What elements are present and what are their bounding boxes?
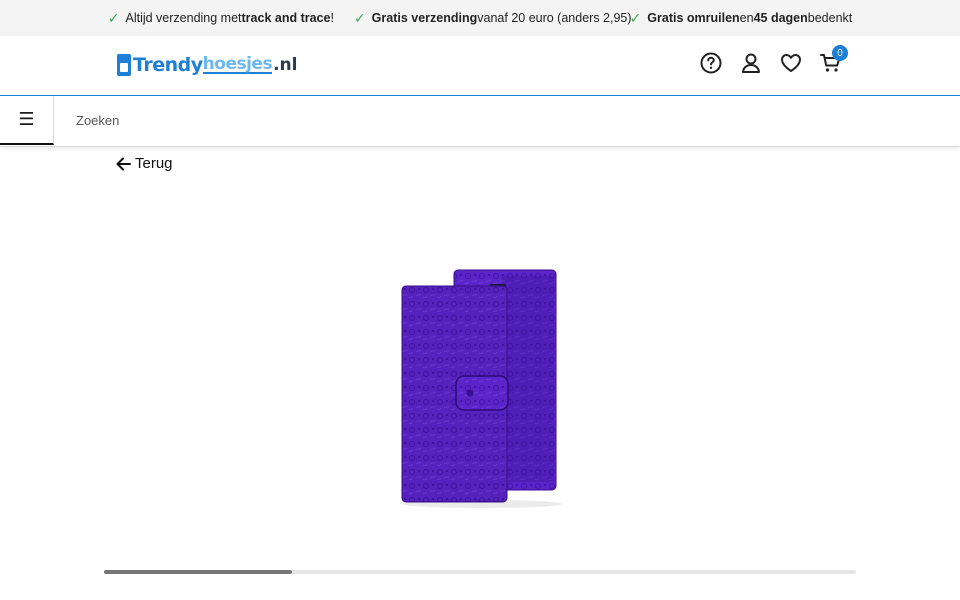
usp-text-mid: en xyxy=(739,11,754,25)
usp-bar: ✓ Altijd verzending met track and trace … xyxy=(0,0,960,36)
usp-text-post: bedenkt xyxy=(807,11,853,25)
cart-icon[interactable]: 0 xyxy=(820,45,848,77)
arrow-left-icon xyxy=(116,157,131,170)
usp-text-bold: track and trace xyxy=(241,11,331,25)
logo-text-nl: .nl xyxy=(273,55,298,75)
check-icon: ✓ xyxy=(353,9,366,26)
help-icon[interactable] xyxy=(700,49,722,77)
gallery-scroll-thumb[interactable] xyxy=(104,570,292,574)
product-image[interactable] xyxy=(352,258,608,512)
check-icon: ✓ xyxy=(629,9,642,26)
logo-text-hoesjes: hoesjes xyxy=(202,54,273,74)
logo-text-trendy: Trendy xyxy=(133,54,203,76)
usp-text-post: ! xyxy=(330,11,334,25)
logo-mark-icon xyxy=(117,54,131,76)
account-icon[interactable] xyxy=(740,49,762,77)
heart-icon[interactable] xyxy=(780,49,802,77)
header-icons: 0 xyxy=(700,45,848,77)
usp-text-pre: Altijd verzending met xyxy=(125,11,242,25)
hamburger-icon[interactable]: ☰ xyxy=(0,96,54,145)
usp-item: ✓ Gratis verzending vanaf 20 euro (ander… xyxy=(354,10,632,27)
site-logo[interactable]: Trendy hoesjes .nl xyxy=(117,50,297,80)
cart-count-badge: 0 xyxy=(832,45,848,61)
usp-item: ✓ Altijd verzending met track and trace … xyxy=(108,10,334,27)
usp-item: ✓ Gratis omruilen en 45 dagen bedenkt xyxy=(630,10,853,27)
usp-text-bold: Gratis verzending xyxy=(371,11,478,25)
site-header: Trendy hoesjes .nl 0 xyxy=(0,36,960,95)
back-label: Terug xyxy=(135,155,173,172)
back-link[interactable]: Terug xyxy=(116,155,173,172)
check-icon: ✓ xyxy=(107,9,120,26)
usp-text-bold: Gratis omruilen xyxy=(647,11,740,25)
usp-text-post: vanaf 20 euro (anders 2,95) xyxy=(477,11,632,25)
search-input[interactable] xyxy=(55,96,959,145)
usp-text-bold: 45 dagen xyxy=(753,11,808,25)
gallery-scrollbar[interactable] xyxy=(104,570,856,574)
search-bar: ☰ xyxy=(0,95,960,147)
